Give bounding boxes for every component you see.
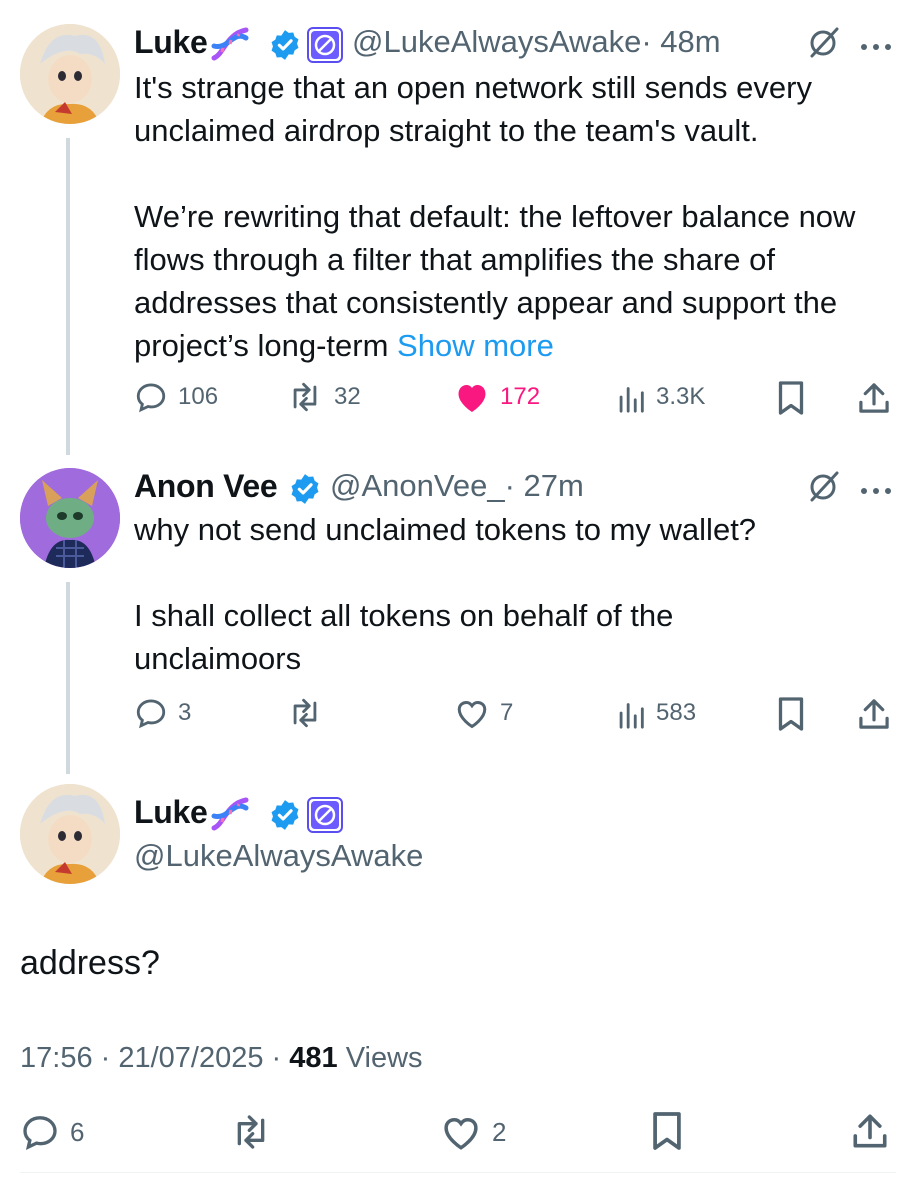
views-count: 3.3K (656, 383, 706, 410)
affiliate-badge-icon[interactable] (307, 27, 343, 68)
verified-badge-icon[interactable] (268, 28, 302, 67)
like-count: 172 (500, 383, 541, 410)
views-button[interactable]: 3.3K (616, 380, 705, 414)
more-icon[interactable] (860, 482, 892, 500)
like-button[interactable]: 172 (454, 380, 540, 414)
author-handle[interactable]: @LukeAlwaysAwake· 48m (352, 24, 721, 60)
repost-count: 32 (334, 383, 361, 410)
author-handle[interactable]: @LukeAlwaysAwake (134, 838, 423, 874)
bookmark-icon (778, 381, 804, 415)
repost-icon (237, 1115, 265, 1149)
more-icon[interactable] (860, 38, 892, 56)
share-icon (853, 1114, 887, 1148)
bookmark-button[interactable] (776, 380, 806, 416)
like-count: 7 (500, 699, 514, 726)
reply-count: 3 (178, 699, 192, 726)
reply-button[interactable]: 6 (20, 1112, 84, 1152)
repost-button[interactable] (228, 1112, 274, 1152)
author-name[interactable]: Luke (134, 24, 208, 61)
reply-count: 106 (178, 383, 219, 410)
views-count: 583 (656, 699, 697, 726)
like-count: 2 (492, 1116, 507, 1147)
tweet-text: It's strange that an open network still … (134, 66, 894, 367)
tweet-meta: 17:56 · 21/07/2025 · 481 Views (20, 1042, 423, 1075)
share-button[interactable] (858, 380, 890, 416)
tweet-body: address? (20, 944, 160, 982)
author-handle[interactable]: @AnonVee_· 27m (330, 468, 584, 504)
reply-button[interactable]: 106 (134, 380, 218, 414)
grok-icon[interactable] (806, 24, 842, 65)
reply-icon (136, 699, 166, 729)
share-button[interactable] (852, 1110, 888, 1152)
show-more-link[interactable]: Show more (397, 328, 554, 363)
bookmark-button[interactable] (776, 696, 806, 732)
thread-line (66, 138, 70, 455)
like-button[interactable]: 2 (440, 1112, 506, 1152)
repost-button[interactable] (286, 696, 324, 730)
affiliate-badge-icon[interactable] (307, 797, 343, 838)
bottom-divider (20, 1172, 896, 1173)
avatar[interactable] (20, 784, 120, 884)
bookmark-icon (778, 697, 804, 731)
reply-icon (23, 1116, 57, 1150)
avatar[interactable] (20, 468, 120, 568)
views-icon (619, 387, 644, 413)
like-icon (444, 1117, 478, 1150)
repost-icon (293, 698, 317, 728)
views-icon (619, 703, 644, 729)
views-button[interactable]: 583 (616, 696, 696, 730)
grok-icon[interactable] (806, 468, 842, 509)
author-name[interactable]: Anon Vee (134, 468, 278, 505)
avatar[interactable] (20, 24, 120, 124)
timestamp[interactable]: · 48m (641, 24, 720, 59)
views-label: Views (337, 1042, 423, 1074)
reply-button[interactable]: 3 (134, 696, 191, 730)
author-name[interactable]: Luke (134, 794, 208, 831)
bookmark-button[interactable] (650, 1110, 684, 1152)
share-icon (859, 383, 889, 413)
bookmark-icon (653, 1112, 681, 1150)
views-count: 481 (289, 1042, 338, 1074)
like-icon (458, 385, 486, 412)
share-button[interactable] (858, 696, 890, 732)
repost-icon (293, 382, 317, 412)
handle-text[interactable]: @LukeAlwaysAwake (352, 24, 641, 59)
tweet-body: why not send unclaimed tokens to my wall… (134, 512, 757, 676)
timestamp[interactable]: 17:56 · 21/07/2025 · (20, 1042, 289, 1074)
thread-line (66, 582, 70, 774)
handle-text[interactable]: @AnonVee_ (330, 468, 505, 503)
reply-count: 6 (70, 1116, 85, 1147)
timestamp[interactable]: · 27m (505, 468, 584, 503)
verified-badge-icon[interactable] (288, 472, 322, 511)
share-icon (859, 699, 889, 729)
dna-emoji-icon (208, 24, 252, 69)
tweet-body: It's strange that an open network still … (134, 70, 856, 363)
repost-button[interactable]: 32 (286, 380, 361, 414)
like-button[interactable]: 7 (454, 696, 513, 730)
reply-icon (136, 383, 166, 413)
verified-badge-icon[interactable] (268, 798, 302, 837)
dna-emoji-icon (208, 794, 252, 839)
like-icon (457, 700, 487, 729)
